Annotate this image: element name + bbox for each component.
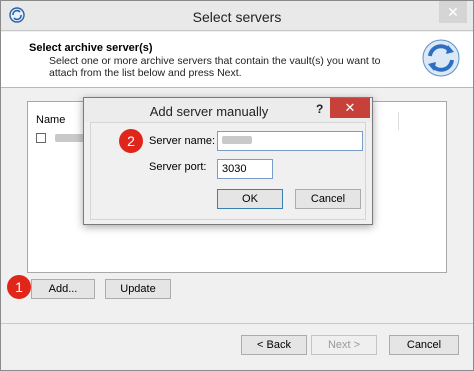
ok-button[interactable]: OK [217, 189, 283, 209]
title-bar: Select servers ✕ [1, 1, 473, 31]
dialog-title: Add server manually [149, 104, 269, 119]
list-item[interactable] [36, 132, 88, 146]
add-server-dialog: Add server manually ? ✕ 2 Server name: S… [83, 97, 373, 225]
select-servers-window: Select servers ✕ Select archive server(s… [0, 0, 474, 371]
footer-separator [1, 323, 473, 324]
dialog-close-button[interactable]: ✕ [330, 98, 370, 118]
next-button[interactable]: Next > [311, 335, 377, 355]
step-badge-2: 2 [119, 129, 143, 153]
add-button[interactable]: Add... [31, 279, 95, 299]
help-icon[interactable]: ? [316, 102, 323, 116]
column-header-name[interactable]: Name [36, 114, 65, 126]
server-name-redacted [222, 136, 252, 145]
window-close-button[interactable]: ✕ [439, 1, 467, 23]
column-header-extra [398, 112, 446, 130]
server-port-input[interactable]: 3030 [217, 159, 273, 179]
sync-arrows-icon [422, 39, 460, 77]
server-name-input[interactable] [217, 131, 363, 151]
cancel-button[interactable]: Cancel [389, 335, 459, 355]
update-button[interactable]: Update [105, 279, 171, 299]
server-port-label: Server port: [149, 161, 207, 173]
dialog-title-bar: Add server manually ? ✕ [84, 98, 372, 122]
close-icon: ✕ [447, 4, 459, 20]
server-checkbox[interactable] [36, 133, 46, 144]
window-title: Select servers [192, 9, 282, 25]
dialog-cancel-button[interactable]: Cancel [295, 189, 361, 209]
server-name-label: Server name: [149, 135, 216, 147]
step-badge-1: 1 [7, 275, 31, 299]
header-title: Select archive server(s) [29, 42, 153, 54]
dialog-body: 2 Server name: Server port: 3030 OK Canc… [90, 122, 366, 220]
wizard-header: Select archive server(s) Select one or m… [1, 32, 473, 88]
close-icon: ✕ [344, 100, 356, 115]
back-button[interactable]: < Back [241, 335, 307, 355]
header-description: Select one or more archive servers that … [49, 55, 381, 79]
